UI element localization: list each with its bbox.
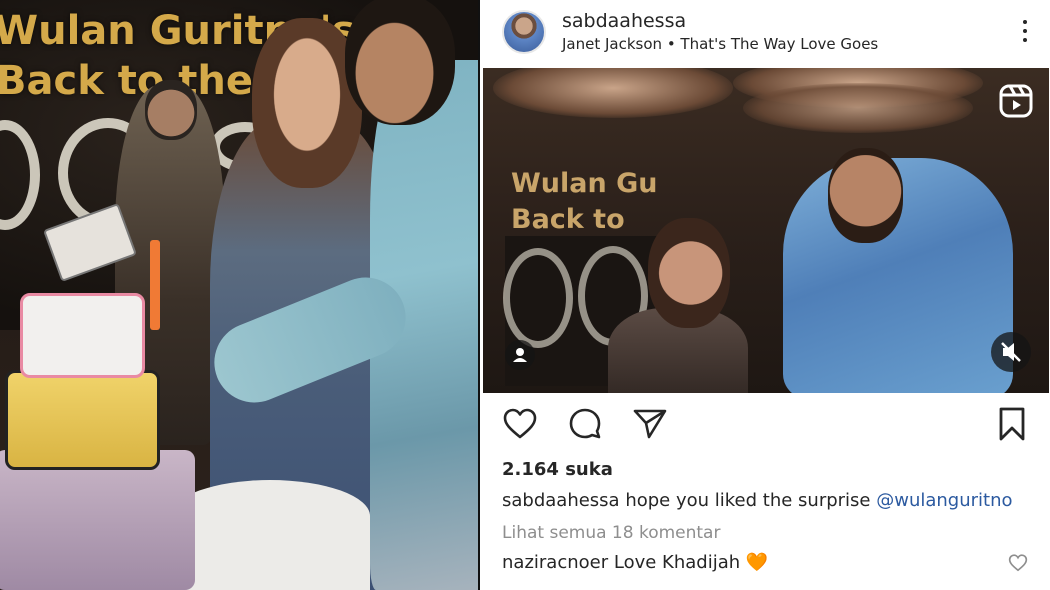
guest-head: [145, 80, 197, 140]
caption-username[interactable]: sabdaahessa: [502, 490, 620, 511]
woman-head: [648, 218, 730, 328]
candle: [150, 240, 160, 330]
post-actions: [480, 402, 1050, 446]
ceiling-lamp: [493, 68, 733, 118]
comment-icon[interactable]: [567, 406, 603, 442]
comment-username[interactable]: naziracnoer: [502, 552, 608, 573]
post-username[interactable]: sabdaahessa: [562, 10, 686, 32]
avatar[interactable]: [502, 10, 546, 54]
mute-icon[interactable]: [991, 332, 1031, 372]
decor-ring: [503, 248, 573, 348]
more-options-icon[interactable]: [1020, 20, 1030, 46]
reels-icon[interactable]: [999, 84, 1033, 118]
man-head: [828, 148, 903, 243]
sign-text-line-1: Wulan Gu: [511, 168, 658, 199]
post-media[interactable]: Wulan Gu Back to: [483, 68, 1049, 393]
bookmark-icon[interactable]: [994, 406, 1030, 442]
party-photo: Wulan Guritno's Back to the 90: [0, 0, 478, 590]
cake-table: [170, 480, 370, 590]
like-count[interactable]: 2.164 suka: [502, 459, 613, 480]
ceiling-lamp: [743, 83, 973, 133]
comment-text: Love Khadijah 🧡: [613, 552, 769, 573]
audio-track[interactable]: Janet Jackson • That's The Way Love Goes: [562, 35, 878, 53]
post-caption: sabdaahessa hope you liked the surprise …: [502, 490, 1013, 511]
sign-text-line-2: Back to: [511, 204, 625, 235]
caption-mention[interactable]: @wulanguritno: [876, 490, 1012, 511]
view-all-comments-link[interactable]: Lihat semua 18 komentar: [502, 523, 720, 543]
user-tag-icon[interactable]: [505, 340, 535, 370]
cake-middle-tier: [5, 370, 160, 470]
cake-bottom-tier: [0, 450, 195, 590]
man-head: [345, 0, 455, 125]
comment-row: naziracnoer Love Khadijah 🧡: [502, 552, 768, 573]
send-icon[interactable]: [632, 406, 668, 442]
heart-icon[interactable]: [502, 406, 538, 442]
caption-text: hope you liked the surprise: [625, 490, 871, 511]
comment-heart-icon[interactable]: [1008, 553, 1028, 573]
instagram-post: sabdaahessa Janet Jackson • That's The W…: [478, 0, 1050, 590]
cake-top-tier: [20, 293, 145, 378]
post-header: sabdaahessa Janet Jackson • That's The W…: [480, 0, 1050, 66]
